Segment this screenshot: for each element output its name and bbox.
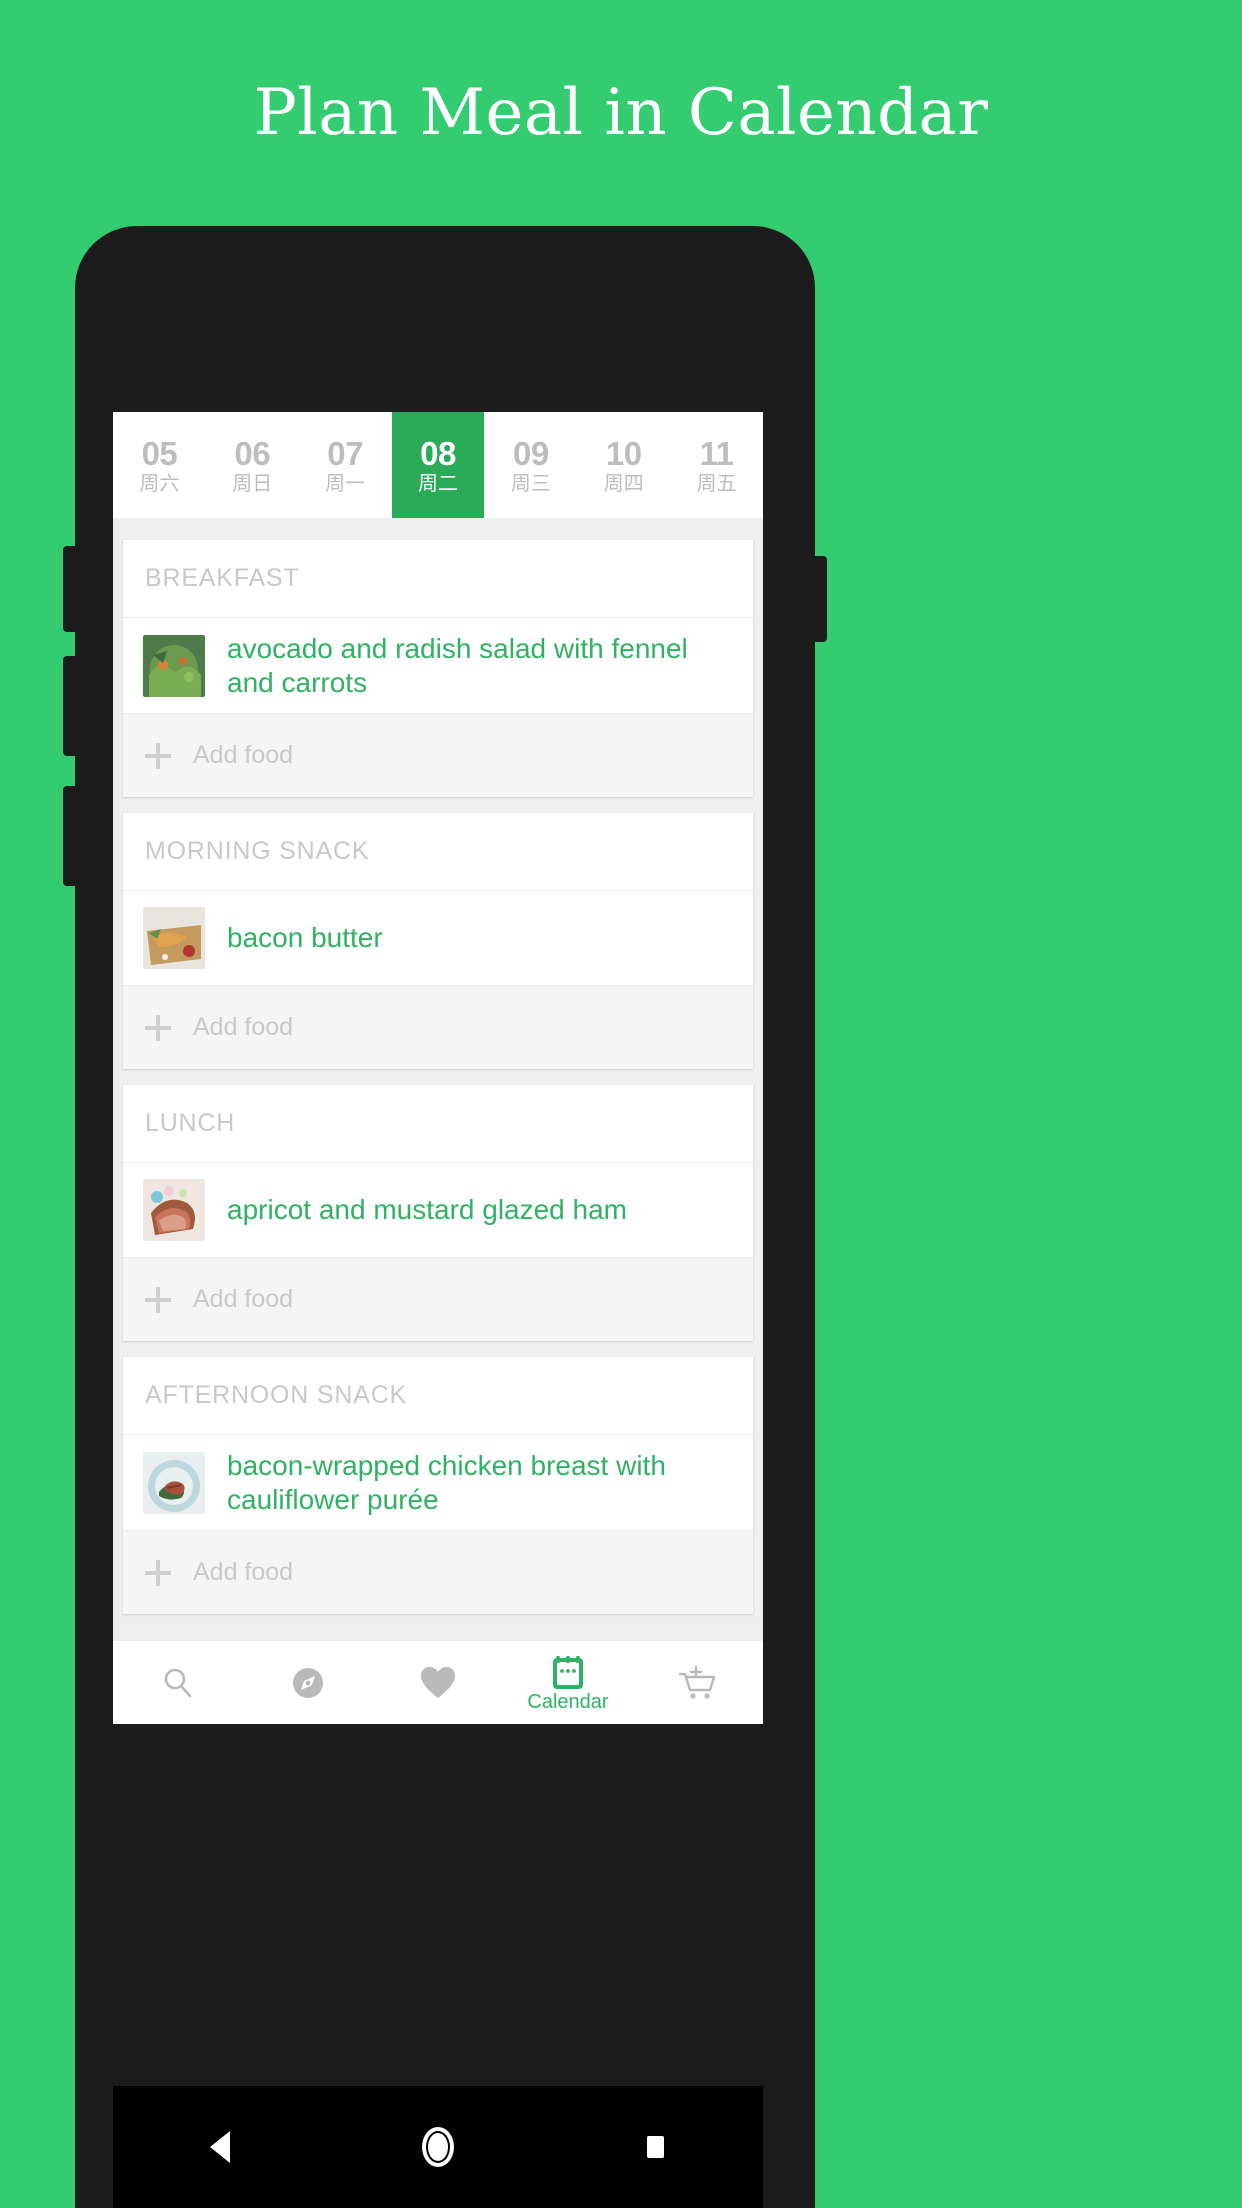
nav-item-favorites[interactable]	[373, 1641, 503, 1725]
date-cell-06[interactable]: 06 周日	[205, 412, 299, 518]
android-system-navigation-bar[interactable]	[113, 2086, 763, 2208]
food-name: avocado and radish salad with fennel and…	[227, 633, 688, 698]
date-cell-10[interactable]: 10 周四	[577, 412, 671, 518]
chicken-breast-thumbnail-icon	[143, 1451, 205, 1514]
food-name: apricot and mustard glazed ham	[227, 1194, 627, 1226]
plus-icon	[145, 1014, 171, 1041]
add-food-label: Add food	[193, 1013, 294, 1042]
date-number: 07	[327, 434, 363, 472]
meal-section-header: AFTERNOON SNACK	[123, 1357, 753, 1436]
add-food-button-afternoon-snack[interactable]: Add food	[123, 1530, 753, 1615]
add-food-label: Add food	[193, 741, 294, 770]
back-triangle-icon[interactable]	[161, 2086, 281, 2208]
date-number: 09	[513, 434, 549, 472]
search-icon	[160, 1665, 196, 1701]
food-row[interactable]: bacon butter	[123, 891, 753, 986]
device-side-button	[63, 546, 77, 632]
date-strip[interactable]: 05 周六 06 周日 07 周一 08 周二 09 周三 10 周四 11 周…	[113, 412, 763, 518]
nav-item-calendar[interactable]: Calendar	[503, 1641, 633, 1725]
date-number: 05	[141, 434, 178, 472]
bacon-butter-thumbnail-icon	[143, 907, 205, 970]
page-title: Plan Meal in Calendar	[253, 76, 989, 150]
date-weekday: 周六	[139, 472, 180, 495]
add-food-button-breakfast[interactable]: Add food	[123, 713, 753, 798]
add-food-button-lunch[interactable]: Add food	[123, 1257, 753, 1342]
food-row[interactable]: bacon-wrapped chicken breast with caulif…	[123, 1435, 753, 1531]
date-number: 06	[234, 434, 271, 472]
add-food-button-morning-snack[interactable]: Add food	[123, 985, 753, 1070]
plus-icon	[145, 1559, 171, 1586]
salad-thumbnail-icon	[143, 634, 205, 697]
app-screen: 05 周六 06 周日 07 周一 08 周二 09 周三 10 周四 11 周…	[113, 412, 763, 1724]
bottom-navigation-bar[interactable]: Calendar	[113, 1640, 763, 1724]
nav-item-calendar-label: Calendar	[527, 1690, 609, 1713]
date-number: 10	[605, 434, 642, 472]
phone-device-frame: 05 周六 06 周日 07 周一 08 周二 09 周三 10 周四 11 周…	[63, 226, 827, 2208]
glazed-ham-thumbnail-icon	[143, 1179, 205, 1242]
date-weekday: 周四	[603, 472, 644, 495]
meal-card-afternoon-snack: AFTERNOON SNACK bacon-wrapped chicken br…	[123, 1357, 753, 1615]
meal-card-breakfast: BREAKFAST avocado and radish salad with …	[123, 540, 753, 798]
date-cell-09[interactable]: 09 周三	[484, 412, 578, 518]
date-cell-11[interactable]: 11 周五	[670, 412, 763, 518]
date-weekday: 周日	[232, 472, 273, 495]
date-cell-05[interactable]: 05 周六	[113, 412, 206, 518]
food-name: bacon butter	[227, 922, 383, 954]
nav-item-cart[interactable]	[633, 1641, 763, 1725]
plus-icon	[145, 742, 171, 769]
meal-section-header: BREAKFAST	[123, 540, 753, 618]
meal-header-label: BREAKFAST	[145, 564, 300, 592]
nav-item-explore[interactable]	[243, 1641, 373, 1725]
add-food-label: Add food	[193, 1285, 294, 1314]
meal-header-label: LUNCH	[145, 1109, 236, 1138]
add-food-label: Add food	[193, 1558, 294, 1587]
date-weekday: 周三	[510, 472, 551, 495]
heart-icon	[419, 1665, 457, 1701]
meal-header-label: MORNING SNACK	[145, 837, 370, 866]
recents-square-icon[interactable]	[595, 2086, 715, 2208]
date-cell-07[interactable]: 07 周一	[298, 412, 392, 518]
date-number: 08	[420, 434, 456, 472]
meal-section-header: MORNING SNACK	[123, 813, 753, 892]
device-volume-up-button	[63, 656, 77, 756]
device-volume-down-button	[63, 786, 77, 886]
food-row[interactable]: avocado and radish salad with fennel and…	[123, 618, 753, 714]
date-cell-08-selected[interactable]: 08 周二	[391, 412, 485, 518]
plus-icon	[145, 1286, 171, 1313]
meal-list[interactable]: BREAKFAST avocado and radish salad with …	[113, 518, 763, 1724]
meal-section-header: LUNCH	[123, 1085, 753, 1164]
meal-header-label: AFTERNOON SNACK	[145, 1381, 408, 1410]
food-row[interactable]: apricot and mustard glazed ham	[123, 1163, 753, 1258]
meal-card-morning-snack: MORNING SNACK bacon butter Add food	[123, 813, 753, 1070]
compass-icon	[289, 1664, 327, 1702]
device-power-button	[813, 556, 827, 642]
home-circle-icon[interactable]	[378, 2086, 498, 2208]
cart-add-icon	[678, 1664, 718, 1702]
date-weekday: 周二	[418, 472, 458, 495]
date-number: 11	[699, 434, 734, 472]
calendar-icon	[551, 1654, 585, 1690]
nav-item-search[interactable]	[113, 1641, 243, 1725]
date-weekday: 周一	[325, 472, 366, 495]
meal-card-lunch: LUNCH apricot and mustard glazed ham Add…	[123, 1085, 753, 1342]
date-weekday: 周五	[696, 472, 737, 495]
food-name: bacon-wrapped chicken breast with caulif…	[227, 1450, 666, 1515]
